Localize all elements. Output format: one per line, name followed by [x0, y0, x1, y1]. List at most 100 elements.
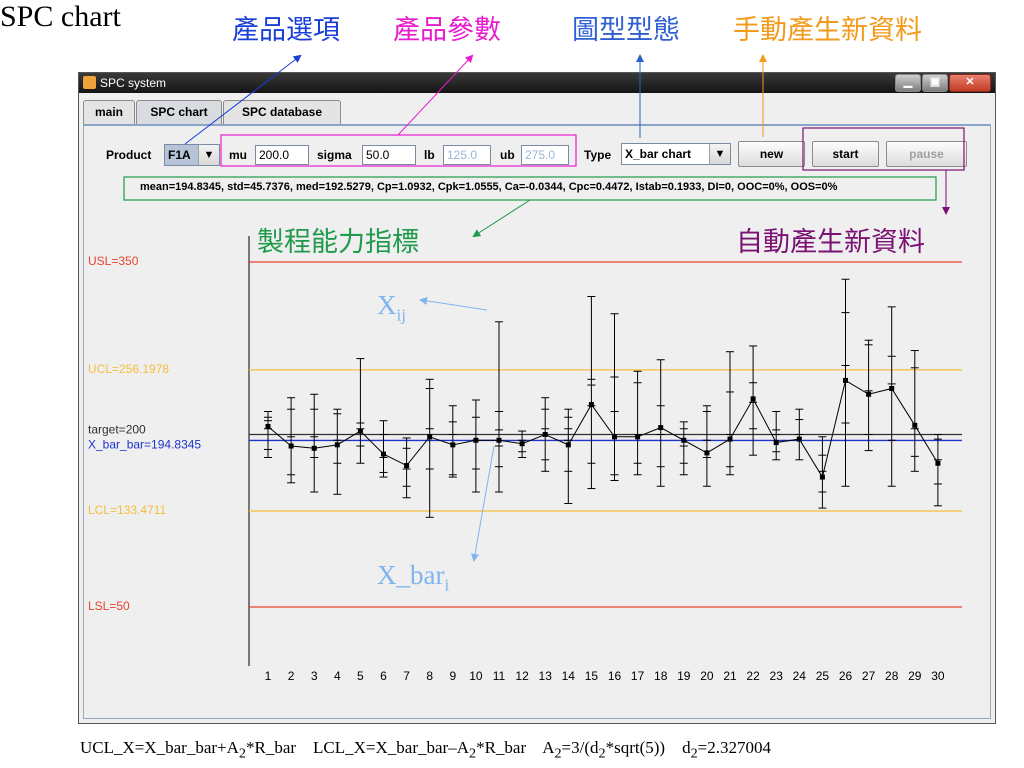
error-bar-4 [333, 408, 342, 495]
capability-stats-line: mean=194.8345, std=45.7376, med=192.5279… [140, 181, 838, 193]
x-tick-label-16: 16 [608, 669, 622, 683]
x-bar-point-9 [450, 442, 456, 448]
x-bar-point-16 [612, 434, 617, 440]
x-bar-point-7 [404, 463, 410, 469]
error-bar-24 [795, 408, 804, 461]
formula-lcl: LCL_X=X_bar_bar–A2*R_bar [313, 738, 527, 762]
x-tick-label-30: 30 [931, 669, 945, 683]
x-bar-point-2 [288, 443, 294, 449]
error-bar-10 [471, 399, 480, 493]
ref-label-usl: USL=350 [88, 254, 139, 268]
annotation-auto-new: 自動產生新資料 [736, 227, 925, 258]
x-bar-point-3 [311, 445, 317, 451]
x-bar-point-23 [773, 440, 779, 446]
error-bar-16 [610, 313, 619, 481]
x-tick-label-29: 29 [908, 669, 922, 683]
x-tick-label-13: 13 [539, 669, 553, 683]
x-tick-label-26: 26 [839, 669, 853, 683]
x-bar-point-22 [750, 396, 756, 402]
x-tick-label-3: 3 [311, 669, 318, 683]
ref-label-lcl: LCL=133.4711 [88, 503, 167, 517]
x-tick-label-23: 23 [770, 669, 784, 683]
x-bar-point-19 [681, 437, 687, 443]
error-bar-15 [587, 296, 596, 490]
spc-x-bar-chart: USL=350 UCL=256.1978 target=200X_bar_bar=1… [88, 236, 962, 683]
error-bar-19 [679, 421, 688, 476]
x-tick-label-20: 20 [700, 669, 714, 683]
error-bar-20 [702, 405, 711, 487]
x-bar-point-30 [935, 460, 941, 466]
formula-ucl: UCL_X=X_bar_bar+A2*R_bar [80, 738, 297, 762]
x-tick-label-27: 27 [862, 669, 876, 683]
ref-label-target: target=200 [88, 423, 146, 437]
ref-label-ucl: UCL=256.1978 [88, 362, 169, 376]
x-tick-label-8: 8 [426, 669, 433, 683]
x-bar-point-10 [473, 437, 479, 443]
error-bar-14 [564, 408, 573, 504]
x-bar-point-29 [912, 422, 918, 428]
x-bar-point-24 [796, 436, 802, 442]
error-bar-23 [772, 411, 781, 461]
control-limit-formula: UCL_X=X_bar_bar+A2*R_bar LCL_X=X_bar_bar… [80, 738, 771, 762]
x-tick-label-19: 19 [677, 669, 691, 683]
error-bar-6 [379, 420, 388, 478]
x-tick-label-4: 4 [334, 669, 341, 683]
x-tick-label-11: 11 [493, 669, 506, 683]
x-bar-series-line [267, 379, 939, 479]
x-bar-point-25 [819, 474, 825, 480]
formula-a2: A2=3/(d2*sqrt(5)) [542, 738, 666, 762]
annotation-xij-base: X [377, 290, 397, 320]
annotation-xbar-base: X_bar [377, 560, 445, 590]
error-bar-11 [495, 321, 503, 493]
x-bar-point-18 [658, 425, 664, 431]
ref-label-lsl: LSL=50 [88, 599, 130, 613]
x-bar-point-17 [635, 434, 641, 440]
error-bar-29 [910, 350, 919, 472]
x-tick-label-24: 24 [793, 669, 807, 683]
x-bar-point-1 [265, 423, 271, 429]
error-bar-3 [310, 393, 319, 493]
annotation-capability: 製程能力指標 [257, 227, 419, 258]
x-bar-point-20 [704, 450, 710, 456]
annotation-xbar: X_bari [377, 560, 449, 595]
error-bar-28 [887, 306, 896, 487]
annotation-xij-sub: ij [396, 305, 406, 325]
annotation-xbar-sub: i [444, 575, 450, 595]
x-bar-point-4 [334, 442, 340, 448]
x-bar-point-13 [542, 432, 548, 437]
x-tick-label-25: 25 [816, 669, 830, 683]
x-tick-label-14: 14 [562, 669, 576, 683]
x-tick-label-9: 9 [449, 669, 456, 683]
x-tick-label-22: 22 [746, 669, 760, 683]
formula-d2: d2=2.327004 [682, 738, 772, 762]
annotation-xij: Xij [377, 290, 406, 325]
x-bar-point-21 [727, 436, 733, 442]
ref-label-x-bar-bar: X_bar_bar=194.8345 [88, 438, 201, 452]
x-tick-label-28: 28 [885, 669, 899, 683]
x-tick-label-6: 6 [380, 669, 387, 683]
x-tick-label-17: 17 [631, 669, 645, 683]
x-bar-point-14 [565, 442, 571, 448]
x-tick-label-7: 7 [403, 669, 410, 683]
x-tick-label-15: 15 [585, 669, 599, 683]
x-tick-label-10: 10 [469, 669, 483, 683]
x-bar-point-15 [588, 402, 594, 408]
x-tick-label-1: 1 [265, 669, 272, 683]
x-tick-label-5: 5 [357, 669, 364, 683]
error-bar-9 [448, 405, 457, 478]
error-bar-18 [656, 359, 665, 487]
x-bar-point-5 [357, 428, 363, 434]
x-bar-point-11 [496, 437, 502, 443]
x-bar-point-8 [427, 434, 433, 440]
error-bar-5 [356, 358, 365, 464]
x-bar-point-28 [889, 386, 895, 391]
error-bar-8 [425, 378, 434, 518]
x-bar-point-26 [843, 377, 848, 383]
error-bar-30 [933, 434, 942, 507]
x-bar-point-6 [381, 451, 386, 457]
x-tick-label-18: 18 [654, 669, 668, 683]
x-bar-point-27 [866, 391, 872, 397]
x-bar-point-12 [519, 441, 525, 447]
x-tick-label-21: 21 [723, 669, 737, 683]
error-bar-17 [633, 370, 642, 476]
